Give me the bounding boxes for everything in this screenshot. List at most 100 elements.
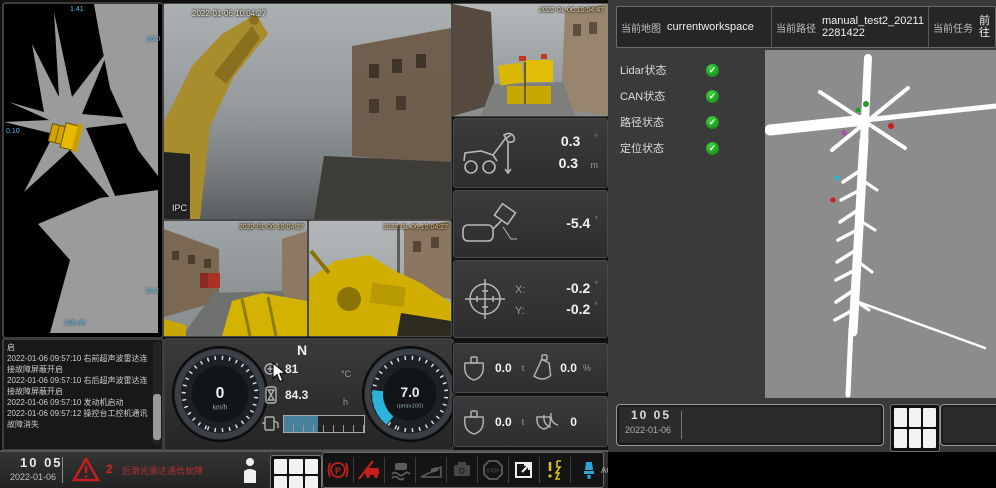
log-scrollbar[interactable] (153, 342, 161, 445)
svg-text:7.0: 7.0 (400, 385, 419, 400)
tilt-y-value: -0.2 (566, 301, 590, 317)
gyro-icon (463, 277, 507, 321)
svg-text:0: 0 (216, 385, 225, 402)
map-range-label: 16.0 (146, 36, 160, 43)
workspace-header: 当前地图 currentworkspace 当前路径 manual_test2_… (616, 6, 996, 48)
tilt-x-label: X: (515, 284, 525, 296)
load-percent-icon (532, 354, 556, 382)
boom-height-unit: m (591, 160, 599, 170)
bucket-count-icon (534, 409, 568, 435)
log-entry: 2022-01-06 09:57:10 发动机启动 (7, 397, 149, 408)
svg-text:rpm(x100): rpm(x100) (397, 404, 424, 410)
tilt-y-label: Y: (515, 305, 525, 317)
path-status-ok-icon: ✓ (706, 116, 719, 129)
waypoint-dot-red (888, 123, 894, 129)
tilt-y-unit: ° (595, 301, 598, 310)
fault-log-panel[interactable]: 启 2022-01-06 09:57:10 右前超声波雷达连接故障屏蔽开启 20… (2, 338, 164, 451)
log-entry: 2022-01-06 09:57:10 右前超声波雷达连接故障屏蔽开启 (7, 353, 149, 375)
log-entry: 2022-01-06 09:57:12 操控台工控机通讯故障消失 (7, 408, 149, 430)
path-status-label: 路径状态 (620, 114, 706, 130)
bucket-angle-value: -5.4 (566, 215, 590, 231)
statusbar-divider (62, 457, 63, 483)
traction-control-icon[interactable] (385, 457, 416, 483)
current-task-label: 当前任务 (933, 20, 973, 35)
current-map-value: currentworkspace (667, 21, 754, 33)
can-status-ok-icon: ✓ (706, 90, 719, 103)
fuel-bar-ticks (284, 425, 364, 432)
lidar-map-canvas (4, 4, 158, 333)
tilt-panel: X: -0.2 ° Y: -0.2 ° (452, 259, 609, 339)
bucket-weight-value: 0.0 (495, 361, 512, 375)
waypoint-dot-green (863, 101, 869, 107)
right-app-footer-blank (608, 452, 996, 488)
camera-front-view[interactable]: 2022-01-06 10:04:47 (452, 3, 609, 117)
camera-main-scene (164, 4, 451, 219)
can-status-label: CAN状态 (620, 88, 706, 104)
camera-main-timestamp: 2022-01-06 10:04:27 (192, 9, 266, 18)
load-percent-value: 0.0 (560, 361, 577, 375)
stop-sign-icon[interactable]: STOP (478, 457, 509, 483)
alarm-count: 2 (106, 462, 113, 476)
map-range-label: 1.41 (70, 6, 84, 13)
mouse-cursor (272, 362, 287, 383)
can-status-row: CAN状态 ✓ (620, 88, 760, 104)
log-scroll-thumb[interactable] (153, 394, 161, 440)
bucket-weight-unit: t (522, 363, 525, 373)
parking-brake-icon[interactable]: P (323, 457, 354, 483)
right-empty-button[interactable] (940, 404, 996, 446)
total-weight-unit: t (522, 417, 525, 427)
current-map-label: 当前地图 (621, 20, 661, 35)
total-weight-value: 0.0 (495, 415, 512, 429)
svg-text:STOP: STOP (486, 469, 500, 475)
camera-front-scene (453, 4, 608, 116)
localization-status-ok-icon: ✓ (706, 142, 719, 155)
path-map-view[interactable] (765, 50, 996, 398)
camera-left-view[interactable]: 2022-01-06 10:04:27 (163, 220, 308, 337)
current-task-field: 当前任务 前往 (929, 7, 995, 47)
waypoint-dot-green (856, 108, 861, 113)
indicator-toolbar: P (322, 452, 604, 488)
camera-left-timestamp: 2022-01-06 10:04:27 (239, 224, 304, 231)
engine-hours-value: 84.3 (285, 388, 308, 402)
dashboard-panel: 0 km/h 7.0 rpm(x100) N 81 °C (163, 338, 454, 451)
layout-grid-button[interactable] (270, 455, 322, 488)
bucket-angle-unit: ° (595, 215, 598, 224)
tilt-x-unit: ° (595, 280, 598, 289)
bucket-load-panel: 0.0 t 0.0 % (452, 342, 609, 394)
fuel-level-bar (283, 415, 365, 433)
current-path-value: manual_test2_202112281422 (822, 15, 924, 39)
tilt-x-value: -0.2 (566, 280, 590, 296)
camera-right-scene (309, 221, 451, 336)
total-weight-icon (461, 407, 487, 437)
boom-angle-value: 0.3 (561, 133, 580, 149)
current-task-value: 前往 (979, 15, 991, 39)
screen-switch-icon[interactable] (509, 457, 540, 483)
electrical-warning-icon[interactable] (540, 457, 571, 483)
lidar-map-panel[interactable]: 1.41 16.0 0.10 185.45 24.2 (2, 2, 164, 339)
waypoint-dot-purple (842, 131, 847, 136)
load-percent-unit: % (583, 363, 591, 373)
lidar-status-label: Lidar状态 (620, 62, 706, 78)
svg-text:km/h: km/h (213, 405, 228, 412)
svg-text:P: P (335, 466, 341, 476)
coolant-temp-unit: °C (341, 369, 351, 379)
waypoint-dot-cyan (835, 176, 840, 181)
alarm-message: 后激光雷达通信故障 (122, 464, 203, 477)
right-date: 2022-01-06 (625, 425, 671, 435)
camera-right-timestamp: 2022-01-06 10:04:27 (383, 224, 448, 231)
bucket-weight-icon (461, 353, 487, 383)
speed-gauge: 0 km/h (171, 345, 269, 443)
gear-indicator: N (297, 342, 307, 358)
rpm-gauge: 7.0 rpm(x100) (361, 345, 459, 443)
engine-fault-icon[interactable]: D (447, 457, 478, 483)
camera-left-scene (164, 221, 307, 336)
camera-main-view[interactable]: 2022-01-06 10:04:27 IPC (163, 3, 452, 220)
svg-text:D: D (459, 467, 465, 476)
localization-status-label: 定位状态 (620, 140, 706, 156)
collision-warning-icon[interactable] (354, 457, 385, 483)
operator-info-icon[interactable] (242, 457, 258, 483)
hour-meter-icon (264, 386, 278, 404)
camera-right-view[interactable]: 2022-01-06 10:04:27 (308, 220, 452, 337)
ramp-warning-icon[interactable] (416, 457, 447, 483)
right-layout-grid-button[interactable] (890, 404, 940, 452)
